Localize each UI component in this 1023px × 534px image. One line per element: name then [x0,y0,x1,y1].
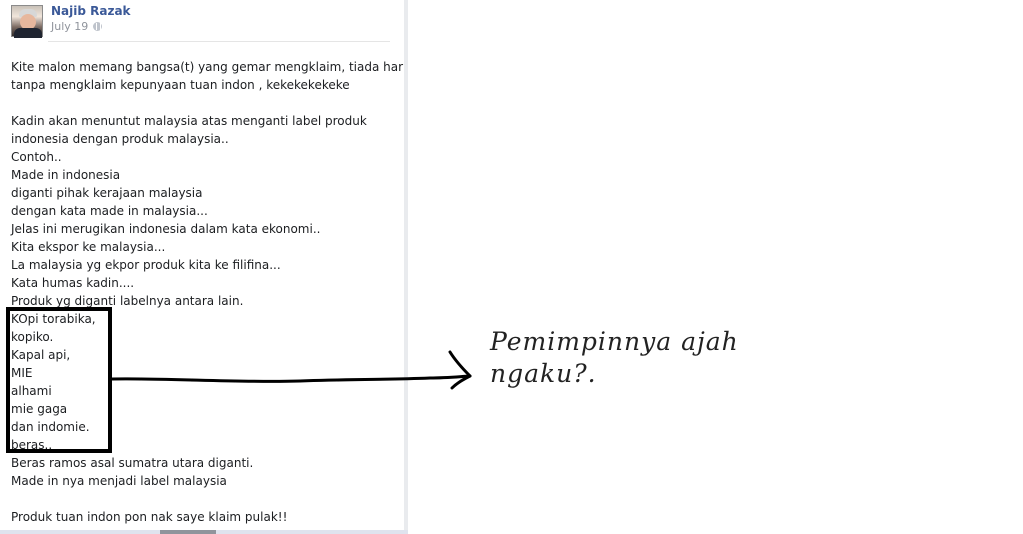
post-date[interactable]: July 19 [51,20,88,33]
avatar[interactable] [11,5,43,38]
globe-icon [93,22,103,31]
post-line: tanpa mengklaim kepunyaan tuan indon , k… [11,78,350,92]
handwritten-annotation: Pemimpinnya ajah ngaku?. [490,326,790,390]
post-line: Produk tuan indon pon nak saye klaim pul… [11,510,288,524]
post-line: Kita ekspor ke malaysia... [11,240,166,254]
avatar-suit [14,28,42,38]
post-line: Contoh.. [11,150,62,164]
highlight-box [6,307,112,453]
post-line: Made in nya menjadi label malaysia [11,474,227,488]
post-meta: July 19 [51,20,103,33]
post-line: diganti pihak kerajaan malaysia [11,186,203,200]
divider [48,41,390,42]
post-border [404,0,408,532]
scrollbar[interactable] [160,530,216,534]
post-line: La malaysia yg ekpor produk kita ke fili… [11,258,281,272]
post-line: Made in indonesia [11,168,121,182]
post-line: Kata humas kadin.... [11,276,135,290]
post-line: dengan kata made in malaysia... [11,204,208,218]
annotation-line: ngaku?. [490,359,597,388]
post-line: Jelas ini merugikan indonesia dalam kata… [11,222,321,236]
post-line: Beras ramos asal sumatra utara diganti. [11,456,254,470]
post-line: Kite malon memang bangsa(t) yang gemar m… [11,60,407,74]
annotation-line: Pemimpinnya ajah [490,327,739,356]
arrow-head [448,350,472,390]
post-line: Kadin akan menuntut malaysia atas mengan… [11,114,367,128]
author-name[interactable]: Najib Razak [51,4,131,18]
post-line: indonesia dengan produk malaysia.. [11,132,229,146]
